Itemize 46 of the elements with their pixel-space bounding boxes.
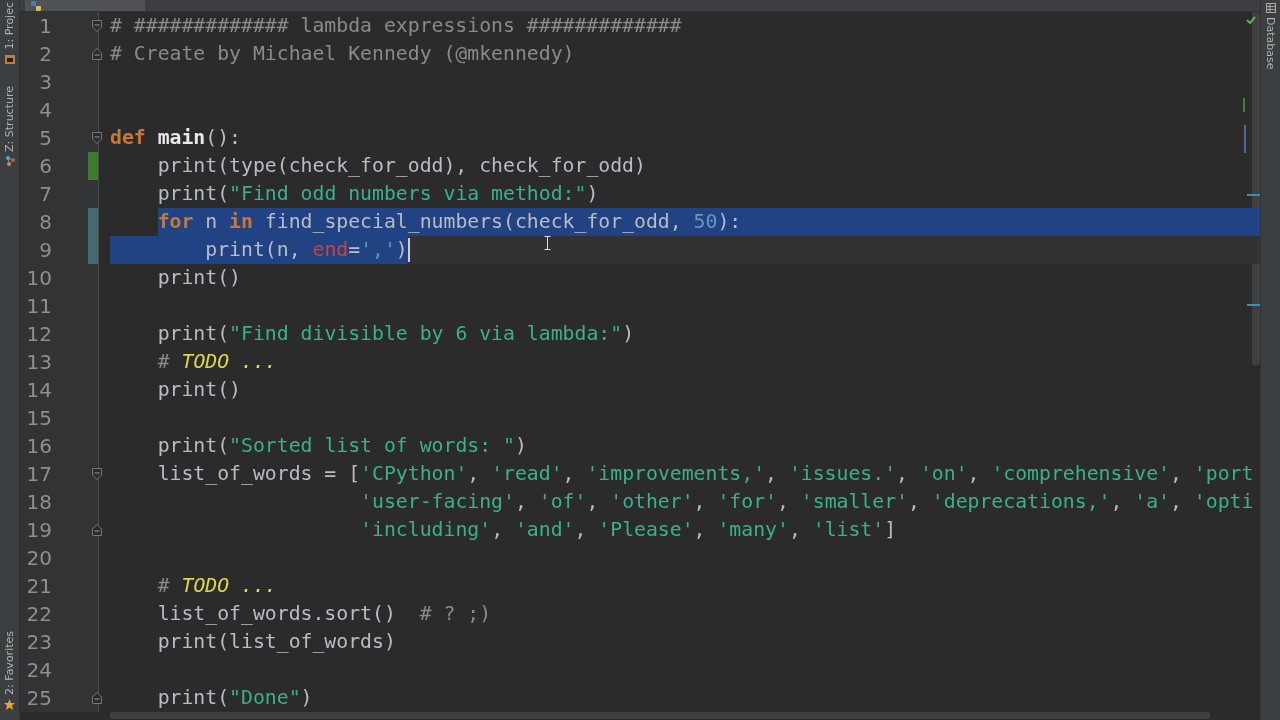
line-number: 10 <box>25 265 52 292</box>
line-number: 25 <box>25 685 52 712</box>
line-number: 17 <box>25 461 52 488</box>
code-line: print(type(check_for_odd), check_for_odd) <box>157 153 646 179</box>
line-number: 11 <box>25 293 52 320</box>
code-line: list_of_words.sort() # ? ;) <box>157 601 492 627</box>
line-number: 24 <box>25 657 52 684</box>
line-number: 14 <box>25 377 52 404</box>
line-number: 5 <box>38 125 52 152</box>
line-number: 19 <box>25 517 52 544</box>
line-number: 9 <box>38 237 52 264</box>
code-line: print(list_of_words) <box>157 629 396 655</box>
line-number: 2 <box>38 41 52 68</box>
code-line: # TODO ... <box>157 573 277 599</box>
code-line: print() <box>157 377 241 403</box>
line-number: 22 <box>25 601 52 628</box>
line-number: 12 <box>25 321 52 348</box>
line-number: 18 <box>25 489 52 516</box>
line-number: 13 <box>25 349 52 376</box>
code-line: # Create by Michael Kennedy (@mkennedy) <box>110 41 575 67</box>
line-number: 3 <box>38 69 52 96</box>
line-number: 8 <box>38 209 52 236</box>
line-number: 20 <box>25 545 52 572</box>
code-line: def main(): <box>110 125 241 151</box>
line-number: 15 <box>25 405 52 432</box>
code-line: # ############# lambda expressions ############# <box>110 13 682 39</box>
code-line: print("Find divisible by 6 via lambda:") <box>157 321 635 347</box>
code-line: list_of_words = ['CPython', 'read', 'improvements,', 'issues.', 'on', 'comprehensive', 'port <box>157 461 1254 487</box>
code-line: 'including', 'and', 'Please', 'many', 'list'] <box>360 517 897 543</box>
code-line: print("Sorted list of words: ") <box>157 433 527 459</box>
code-line: print("Find odd numbers via method:") <box>157 181 599 207</box>
tool-window-button[interactable]: 1: Projec <box>3 2 16 64</box>
code-line: print("Done") <box>157 685 313 711</box>
code-line: print() <box>157 265 241 291</box>
line-number: 6 <box>38 153 52 180</box>
tool-window-button[interactable]: Database <box>1264 3 1277 70</box>
line-number: 16 <box>25 433 52 460</box>
line-number: 21 <box>25 573 52 600</box>
line-number: 1 <box>38 13 52 40</box>
tool-window-button[interactable]: 2: Favorites <box>3 631 16 710</box>
code-line: 'user-facing', 'of', 'other', 'for', 'smaller', 'deprecations,', 'a', 'opti <box>360 489 1254 515</box>
line-number: 7 <box>38 181 52 208</box>
line-number: 23 <box>25 629 52 656</box>
tool-window-button[interactable]: Z: Structure <box>3 85 16 168</box>
code-line: # TODO ... <box>157 349 277 375</box>
line-number: 4 <box>38 97 52 124</box>
